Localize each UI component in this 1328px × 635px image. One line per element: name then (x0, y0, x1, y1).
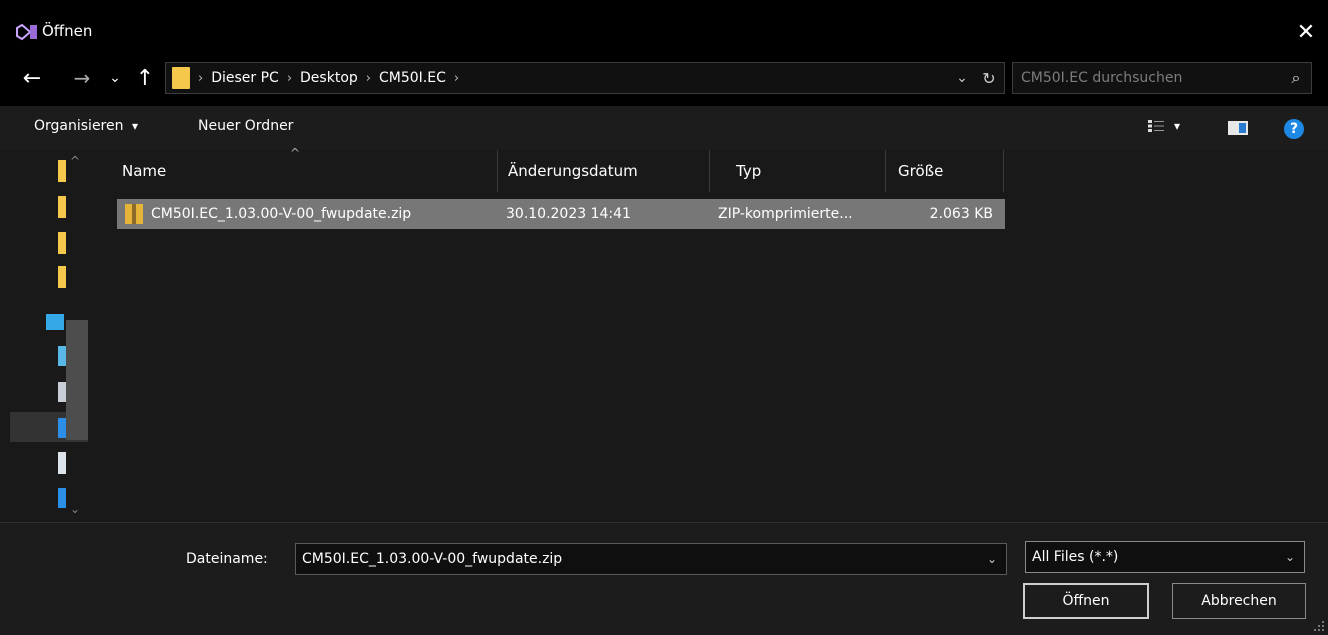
file-date-cell: 30.10.2023 14:41 (506, 206, 631, 222)
title-bar: Öffnen ✕ (0, 0, 1328, 62)
forward-arrow-icon: → (73, 66, 91, 90)
new-folder-button[interactable]: Neuer Ordner (198, 118, 293, 134)
column-header-date-label: Änderungsdatum (508, 162, 638, 180)
column-header-date[interactable]: Änderungsdatum (498, 150, 710, 192)
filetype-select[interactable]: All Files (*.*) ⌄ (1025, 541, 1305, 573)
table-row[interactable]: CM50I.EC_1.03.00-V-00_fwupdate.zip 30.10… (117, 199, 1005, 229)
column-header-size-label: Größe (898, 162, 944, 180)
chevron-down-icon[interactable]: ⌄ (978, 552, 1006, 566)
preview-pane-button[interactable] (1228, 120, 1248, 140)
navigation-pane-scrollbar-thumb[interactable] (66, 320, 88, 440)
navigation-pane[interactable]: ^ ⌄ (0, 150, 100, 522)
column-header-size[interactable]: Größe (886, 150, 1004, 192)
chevron-down-icon: ⌄ (1284, 550, 1296, 564)
file-type-cell: ZIP-komprimierte... (718, 206, 853, 222)
column-header-name[interactable]: Name ^ (100, 146, 498, 192)
scroll-down-icon[interactable]: ⌄ (70, 502, 80, 516)
resize-grip-icon[interactable] (1314, 621, 1324, 631)
column-header-row: Name ^ Änderungsdatum Typ Größe (100, 146, 1004, 192)
navigation-bar: ← → ⌄ ↑ › Dieser PC › Desktop › CM50I.EC… (0, 62, 1328, 106)
organize-button[interactable]: Organisieren ▾ (34, 118, 138, 134)
column-header-name-label: Name (122, 162, 167, 180)
forward-button[interactable]: → (70, 62, 94, 94)
column-header-type[interactable]: Typ (710, 150, 886, 192)
organize-label: Organisieren (34, 118, 124, 134)
preview-pane-icon (1228, 121, 1248, 135)
up-button[interactable]: ↑ (133, 62, 157, 94)
folder-icon[interactable] (58, 160, 66, 182)
file-size-cell: 2.063 KB (929, 206, 993, 222)
sort-ascending-icon: ^ (290, 146, 301, 160)
help-button[interactable]: ? (1284, 119, 1304, 139)
help-icon: ? (1289, 121, 1299, 137)
document-file-icon[interactable] (58, 452, 66, 474)
search-input[interactable] (1013, 70, 1281, 86)
command-toolbar: Organisieren ▾ Neuer Ordner ▾ ? (0, 106, 1328, 150)
filetype-value: All Files (*.*) (1032, 549, 1119, 565)
zip-file-icon (125, 204, 143, 224)
folder-icon[interactable] (58, 266, 66, 288)
change-view-button[interactable]: ▾ (1148, 119, 1180, 133)
filename-combobox[interactable]: ⌄ (295, 543, 1007, 575)
breadcrumb-separator-icon: › (198, 70, 204, 86)
filename-input[interactable] (296, 551, 978, 567)
open-button[interactable]: Öffnen (1023, 583, 1149, 619)
cancel-button[interactable]: Abbrechen (1172, 583, 1306, 619)
folder-icon[interactable] (58, 196, 66, 218)
back-arrow-icon: ← (22, 65, 42, 91)
main-area: ^ ⌄ Name ^ Änderungsdatum Typ Größe CM50… (0, 146, 1328, 522)
filename-label: Dateiname: (186, 551, 268, 567)
folder-icon (172, 67, 190, 89)
scroll-up-icon[interactable]: ^ (70, 154, 80, 168)
search-icon[interactable]: ⌕ (1281, 68, 1311, 88)
window-title: Öffnen (42, 22, 93, 40)
breadcrumb-separator-icon: › (365, 70, 371, 86)
file-name-cell: CM50I.EC_1.03.00-V-00_fwupdate.zip (151, 206, 412, 222)
visual-studio-icon (16, 23, 37, 41)
address-bar-controls: ⌄ ↻ (950, 63, 1004, 93)
breadcrumb-separator-icon: › (286, 70, 293, 86)
breadcrumb-item[interactable]: Dieser PC (211, 70, 279, 86)
close-button[interactable]: ✕ (1284, 14, 1328, 50)
documents-icon[interactable] (58, 382, 66, 402)
music-icon[interactable] (58, 488, 66, 508)
column-header-type-label: Typ (736, 162, 762, 180)
new-folder-label: Neuer Ordner (198, 118, 294, 134)
chevron-down-icon: ⌄ (109, 70, 121, 86)
back-button[interactable]: ← (20, 62, 44, 94)
refresh-icon[interactable]: ↻ (974, 69, 1004, 88)
desktop-icon[interactable] (58, 346, 66, 366)
breadcrumb-separator-icon: › (453, 70, 460, 86)
recent-locations-button[interactable]: ⌄ (106, 62, 124, 94)
details-view-icon (1148, 120, 1164, 132)
up-arrow-icon: ↑ (135, 65, 155, 91)
address-dropdown-icon[interactable]: ⌄ (950, 70, 974, 86)
downloads-icon[interactable] (58, 418, 66, 438)
bottom-panel: Dateiname: ⌄ All Files (*.*) ⌄ Öffnen Ab… (0, 522, 1328, 635)
breadcrumb-item[interactable]: Desktop (300, 70, 358, 86)
chevron-down-icon: ▾ (1174, 119, 1181, 133)
address-bar[interactable]: › Dieser PC › Desktop › CM50I.EC › ⌄ ↻ (165, 62, 1005, 94)
folder-icon[interactable] (58, 232, 66, 254)
chevron-down-icon: ▾ (131, 119, 138, 133)
search-box[interactable]: ⌕ (1012, 62, 1312, 94)
breadcrumb-item[interactable]: CM50I.EC (379, 70, 446, 86)
close-icon: ✕ (1296, 19, 1316, 45)
this-pc-icon[interactable] (46, 314, 64, 330)
